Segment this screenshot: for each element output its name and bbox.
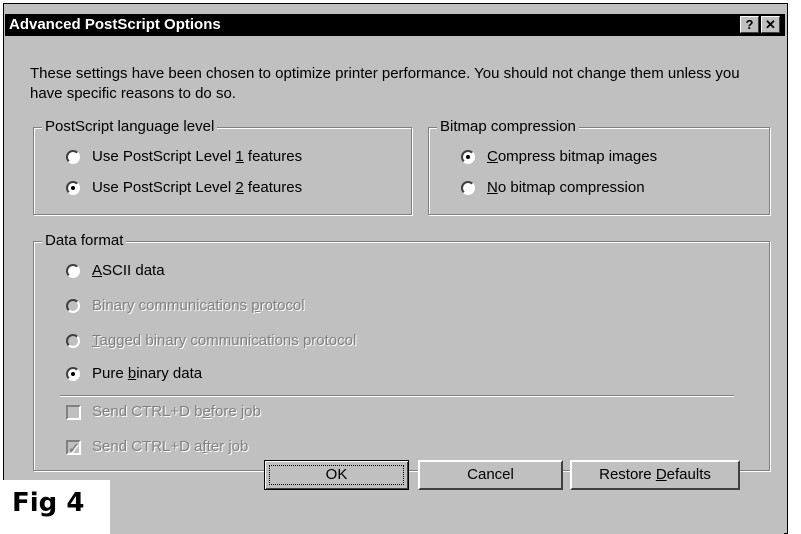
cancel-button[interactable]: Cancel (418, 460, 563, 490)
radio-button (66, 299, 80, 313)
separator (60, 395, 734, 397)
checkbox (66, 438, 81, 458)
ok-button[interactable]: OK (264, 460, 409, 490)
bitmap-group: Bitmap compression Compress bitmap image… (428, 118, 770, 215)
description-text: These settings have been chosen to optim… (30, 65, 740, 102)
bitmap-legend: Bitmap compression (437, 118, 579, 136)
radio-button[interactable] (66, 181, 80, 195)
close-icon[interactable]: ✕ (761, 16, 780, 33)
radio-button[interactable] (66, 367, 80, 381)
data-format-group: Data format ASCII data Binary communicat… (33, 232, 770, 471)
radio-button[interactable] (66, 150, 80, 164)
radio-button[interactable] (66, 264, 80, 278)
title-bar[interactable]: Advanced PostScript Options ? ✕ (5, 14, 785, 36)
figure-label: Fig 4 (0, 480, 110, 534)
radio-button (66, 334, 80, 348)
restore-defaults-button[interactable]: Restore Defaults (570, 460, 740, 490)
data-format-legend: Data format (42, 232, 127, 250)
window-title: Advanced PostScript Options (9, 16, 221, 33)
help-button[interactable]: ? (740, 16, 759, 33)
language-level-legend: PostScript language level (42, 118, 218, 136)
radio-button[interactable] (461, 181, 475, 195)
checkbox (66, 405, 81, 420)
radio-button[interactable] (461, 150, 475, 164)
language-level-group: PostScript language level Use PostScript… (33, 118, 412, 215)
